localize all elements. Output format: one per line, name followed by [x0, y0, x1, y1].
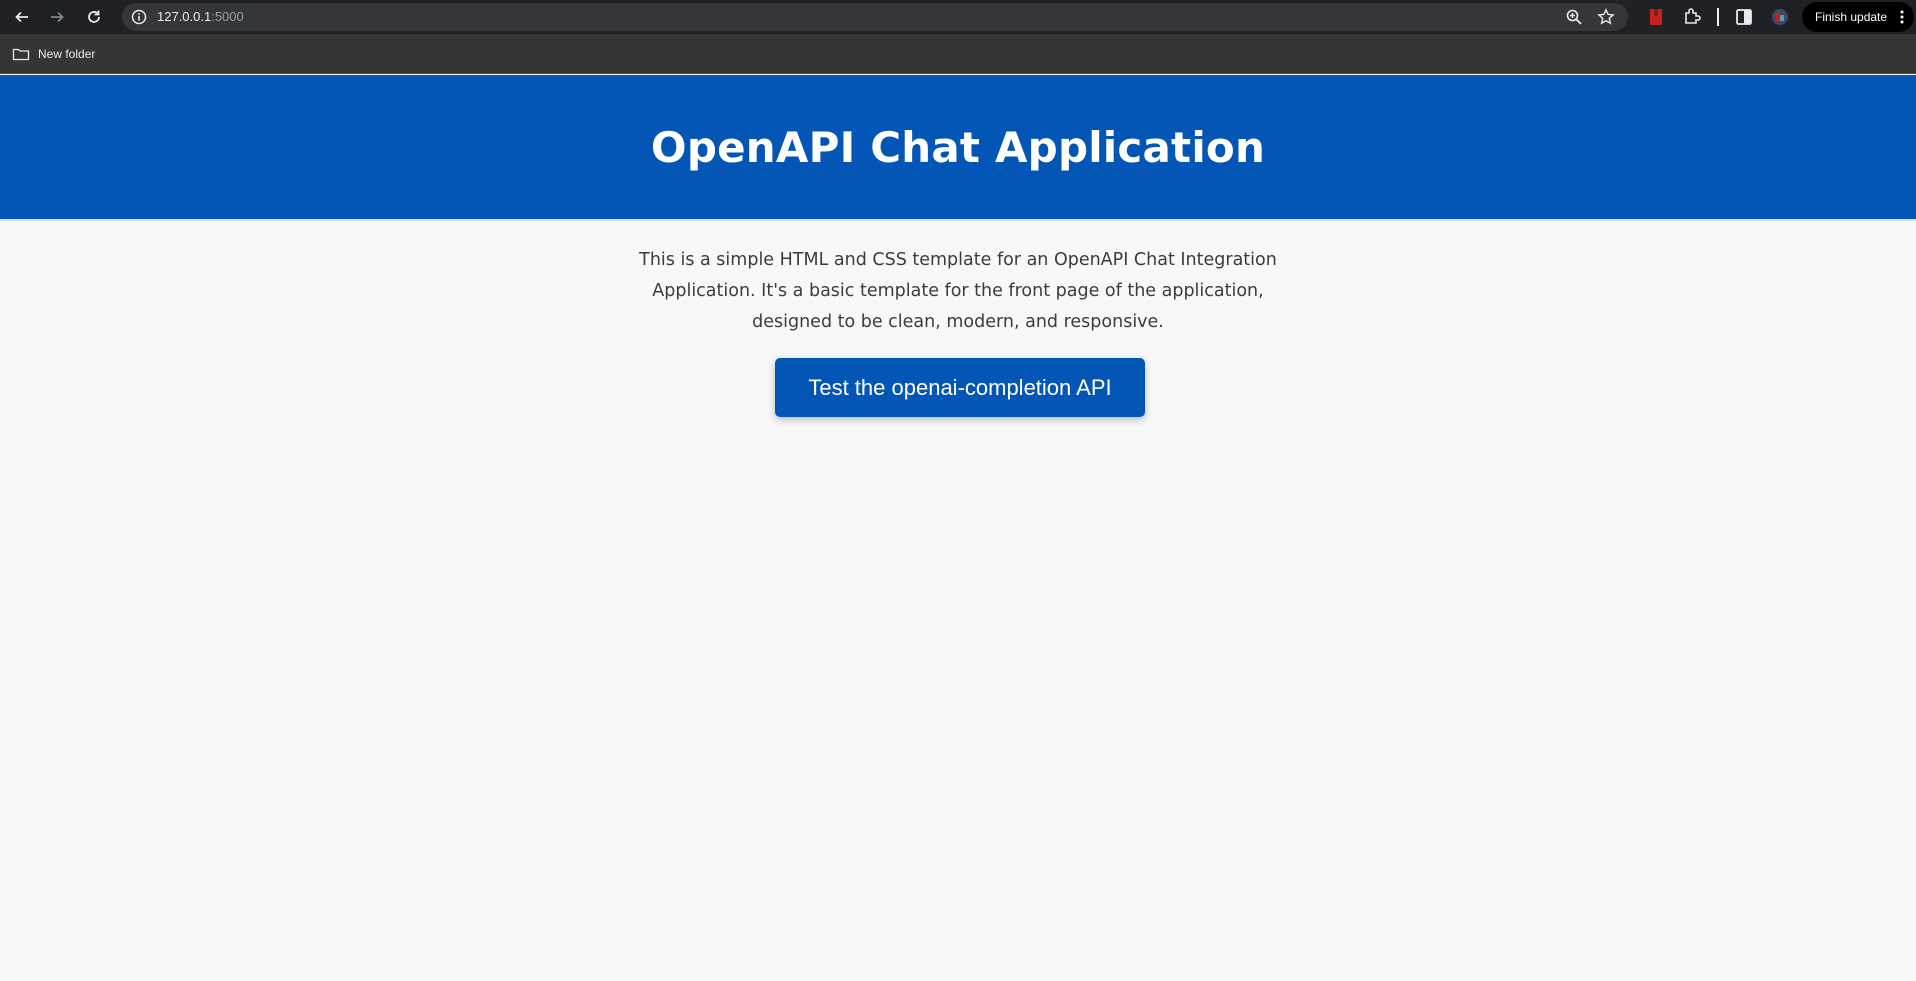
finish-update-button[interactable]: Finish update — [1802, 2, 1914, 32]
side-panel-icon[interactable] — [1734, 7, 1754, 27]
main-content: This is a simple HTML and CSS template f… — [0, 221, 1916, 417]
bookmark-label: New folder — [38, 47, 96, 61]
url-port: :5000 — [211, 9, 244, 24]
url-text[interactable]: 127.0.0.1:5000 — [157, 3, 244, 31]
bookmark-new-folder[interactable]: New folder — [12, 44, 95, 64]
forward-button[interactable] — [45, 5, 69, 29]
page-header: OpenAPI Chat Application — [0, 75, 1916, 221]
extension-bookmark-icon[interactable] — [1646, 7, 1666, 27]
zoom-icon[interactable] — [1565, 8, 1583, 26]
reload-button[interactable] — [82, 5, 106, 29]
site-info-icon[interactable] — [131, 9, 147, 25]
profile-icon[interactable] — [1770, 7, 1790, 27]
address-bar[interactable]: 127.0.0.1:5000 — [122, 3, 1628, 31]
toolbar-separator — [1717, 8, 1719, 26]
forward-icon — [51, 11, 64, 23]
back-icon — [15, 11, 28, 23]
url-host: 127.0.0.1 — [157, 9, 212, 24]
finish-update-label: Finish update — [1815, 10, 1888, 24]
reload-icon — [88, 10, 100, 23]
menu-dots-icon — [1900, 10, 1904, 24]
test-completion-api-button[interactable]: Test the openai-completion API — [775, 358, 1145, 417]
bookmark-star-icon[interactable] — [1597, 8, 1615, 26]
bookmarks-bar: New folder — [0, 34, 1916, 74]
page-description: This is a simple HTML and CSS template f… — [639, 250, 1277, 332]
page-title: OpenAPI Chat Application — [650, 122, 1266, 172]
extensions-puzzle-icon[interactable] — [1682, 7, 1702, 27]
back-button[interactable] — [10, 5, 34, 29]
browser-toolbar: 127.0.0.1:5000 Finish update — [0, 0, 1916, 34]
folder-icon — [12, 48, 30, 61]
